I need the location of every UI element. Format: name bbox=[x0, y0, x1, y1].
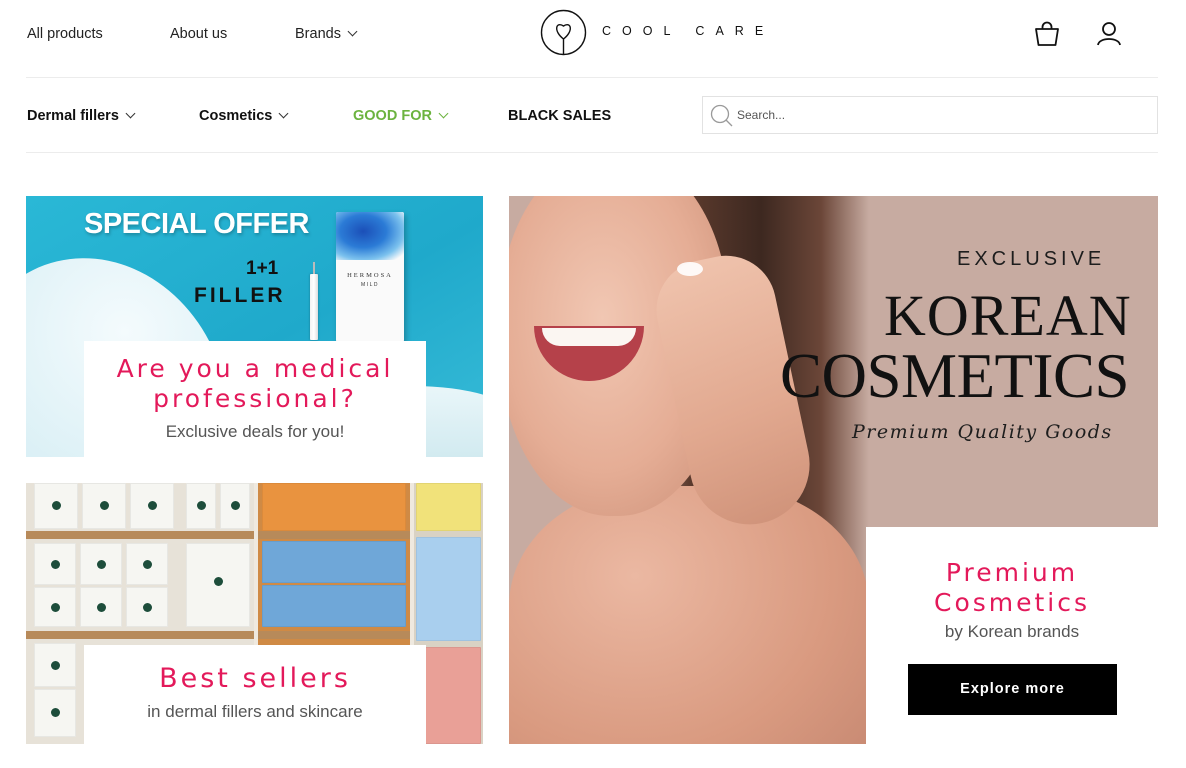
nav-about-us[interactable]: About us bbox=[170, 26, 227, 42]
search-bar bbox=[702, 96, 1158, 134]
model-photo bbox=[677, 262, 703, 276]
product-package bbox=[130, 483, 174, 529]
explore-more-button[interactable]: Explore more bbox=[908, 664, 1117, 715]
top-header: All products About us Brands COOL CARE bbox=[0, 0, 1186, 70]
shelf-plank bbox=[26, 531, 254, 539]
product-box-image: HERMOSA MILD bbox=[336, 212, 404, 342]
product-package bbox=[126, 587, 168, 627]
header-divider bbox=[26, 77, 1158, 78]
nav-divider bbox=[26, 152, 1158, 153]
product-package bbox=[34, 643, 76, 687]
model-photo bbox=[509, 486, 869, 744]
product-box-art bbox=[336, 212, 404, 260]
banner-subtitle: by Korean brands bbox=[944, 622, 1080, 641]
nav-all-products[interactable]: All products bbox=[27, 26, 103, 42]
product-package bbox=[186, 483, 216, 529]
site-logo[interactable]: COOL CARE bbox=[540, 9, 770, 57]
product-package bbox=[126, 543, 168, 585]
product-package bbox=[416, 483, 481, 531]
category-cosmetics[interactable]: Cosmetics bbox=[199, 108, 289, 124]
medical-professional-banner[interactable]: SPECIAL OFFER 1+1 FILLER HERMOSA MILD Ar… bbox=[26, 196, 483, 457]
product-package bbox=[262, 483, 406, 531]
shelf-plank bbox=[258, 531, 410, 539]
product-package bbox=[262, 541, 406, 583]
category-dermal-fillers-label: Dermal fillers bbox=[27, 108, 119, 124]
shelf-plank bbox=[258, 631, 410, 639]
product-package bbox=[34, 543, 76, 585]
category-good-for-label: GOOD FOR bbox=[353, 108, 432, 124]
heart-logo-icon bbox=[540, 9, 587, 56]
product-package bbox=[34, 483, 78, 529]
user-icon bbox=[1097, 22, 1121, 46]
category-cosmetics-label: Cosmetics bbox=[199, 108, 273, 124]
shopping-bag-icon bbox=[1035, 21, 1059, 46]
product-package bbox=[416, 537, 481, 641]
product-package bbox=[80, 587, 122, 627]
banner-card: Premium Cosmetics by Korean brands Explo… bbox=[866, 527, 1158, 744]
product-package bbox=[80, 543, 122, 585]
product-brand: HERMOSA bbox=[347, 272, 393, 279]
banner-title: Are you a medical professional? bbox=[116, 354, 394, 413]
shelf-plank bbox=[26, 631, 254, 639]
product-package bbox=[34, 689, 76, 737]
product-package bbox=[82, 483, 126, 529]
product-package bbox=[34, 587, 76, 627]
category-dermal-fillers[interactable]: Dermal fillers bbox=[27, 108, 136, 124]
product-package bbox=[262, 585, 406, 627]
offer-deal-line: 1+1 bbox=[246, 258, 279, 279]
banner-title: Premium Cosmetics bbox=[933, 558, 1091, 617]
banner-subtitle: in dermal fillers and skincare bbox=[147, 702, 363, 721]
banner-card: Best sellers in dermal fillers and skinc… bbox=[84, 645, 426, 744]
offer-deal-line: FILLER bbox=[194, 284, 286, 307]
category-good-for[interactable]: GOOD FOR bbox=[353, 108, 449, 124]
chevron-down-icon bbox=[278, 108, 289, 119]
banner-headline: KOREAN bbox=[884, 283, 1132, 348]
banner-tagline: Premium Quality Goods bbox=[852, 421, 1113, 443]
nav-brands-label: Brands bbox=[295, 26, 341, 42]
category-black-sales-label: BLACK SALES bbox=[508, 108, 612, 124]
nav-about-us-label: About us bbox=[170, 26, 228, 42]
korean-cosmetics-banner[interactable]: EXCLUSIVE KOREAN COSMETICS Premium Quali… bbox=[509, 196, 1158, 744]
search-icon[interactable] bbox=[710, 104, 734, 128]
banner-card: Are you a medical professional? Exclusiv… bbox=[84, 341, 426, 457]
banner-title: Best sellers bbox=[159, 663, 351, 694]
best-sellers-banner[interactable]: Best sellers in dermal fillers and skinc… bbox=[26, 483, 483, 744]
banner-eyebrow: EXCLUSIVE bbox=[957, 248, 1106, 270]
special-offer-headline: SPECIAL OFFER bbox=[84, 208, 310, 240]
nav-all-products-label: All products bbox=[27, 26, 103, 42]
search-input[interactable] bbox=[737, 103, 1147, 127]
cart-button[interactable] bbox=[1033, 20, 1061, 48]
nav-brands[interactable]: Brands bbox=[295, 26, 358, 42]
chevron-down-icon bbox=[125, 108, 136, 119]
category-black-sales[interactable]: BLACK SALES bbox=[508, 108, 611, 124]
product-variant: MILD bbox=[361, 282, 379, 288]
model-photo bbox=[542, 328, 636, 346]
banner-headline: COSMETICS bbox=[780, 341, 1130, 411]
chevron-down-icon bbox=[347, 26, 358, 37]
logo-wordmark: COOL CARE bbox=[602, 24, 775, 38]
banner-subtitle: Exclusive deals for you! bbox=[165, 422, 345, 441]
chevron-down-icon bbox=[438, 108, 449, 119]
product-package bbox=[186, 543, 250, 627]
syringe-image bbox=[310, 262, 318, 340]
product-package bbox=[220, 483, 250, 529]
account-button[interactable] bbox=[1096, 20, 1124, 48]
